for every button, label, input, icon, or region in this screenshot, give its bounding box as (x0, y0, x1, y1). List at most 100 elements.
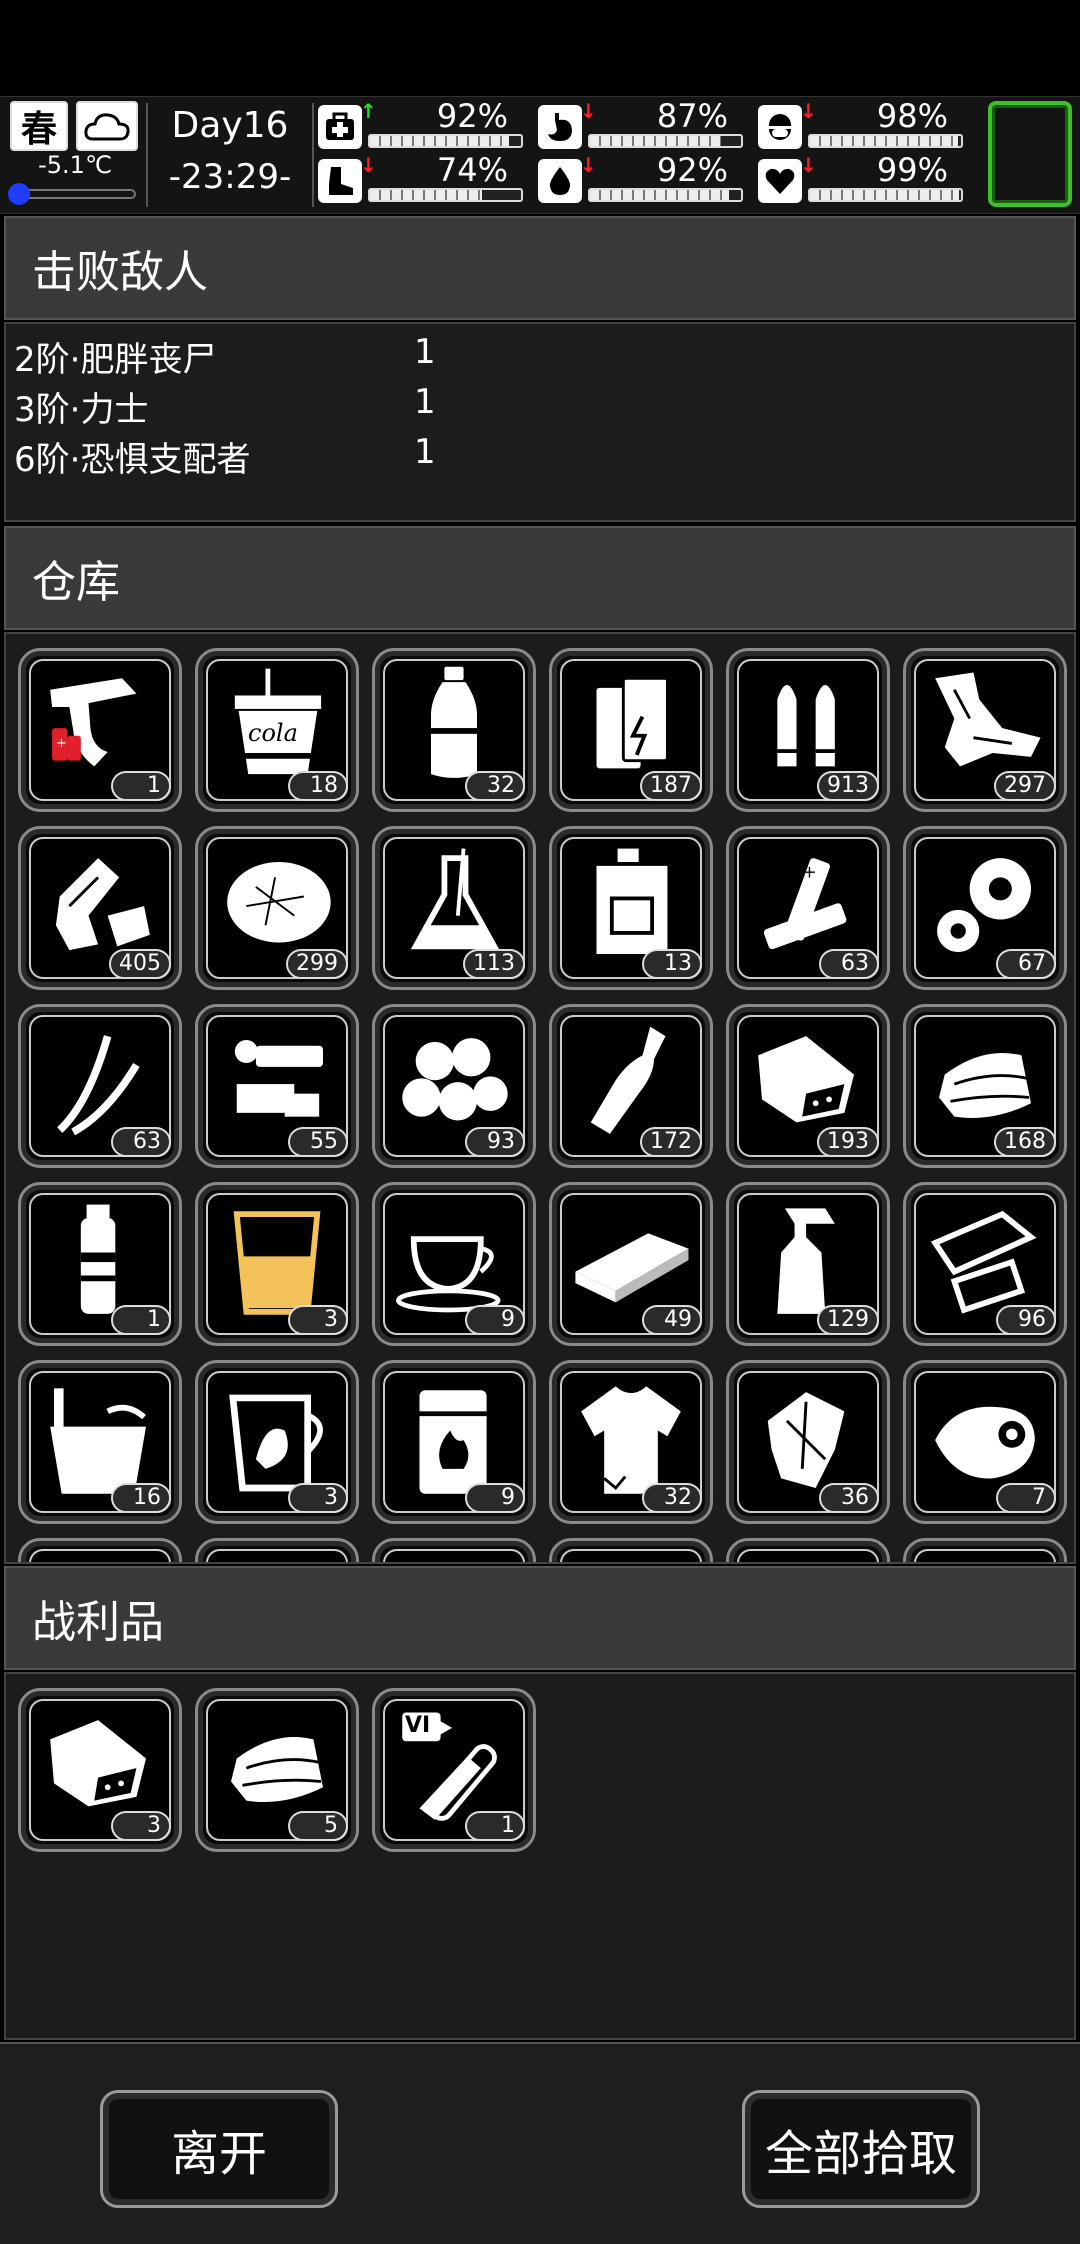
action-bar: 离开 全部拾取 (0, 2042, 1080, 2244)
inventory-slot[interactable]: 32 (549, 1360, 713, 1524)
item-quantity: 63 (819, 949, 879, 979)
inventory-slot[interactable]: +63 (726, 826, 890, 990)
slot-frame (737, 1549, 879, 1562)
stat-bar (588, 134, 743, 148)
defeated-header: 击败敌人 (4, 216, 1076, 320)
slot-frame (29, 1549, 171, 1562)
item-quantity: 36 (819, 1483, 879, 1513)
inventory-slot[interactable]: 187 (549, 648, 713, 812)
item-quantity: 18 (288, 771, 348, 801)
minimap-button[interactable] (988, 101, 1072, 207)
inventory-slot[interactable]: 129 (726, 1182, 890, 1346)
stat-value: 98% (876, 97, 948, 135)
item-quantity: 32 (642, 1483, 702, 1513)
season-badge: 春 (10, 101, 68, 151)
svg-text:+: + (802, 862, 816, 882)
inventory-slot[interactable]: 49 (549, 1182, 713, 1346)
status-hud: 春 -5.1℃ Day16 -23:29- ↑ 92% ↓ 87% ↓ 98% ↓ 74% ↓ 9… (0, 96, 1080, 214)
enemy-name: 3阶·力士 (14, 390, 149, 430)
stat-value: 99% (876, 151, 948, 189)
inventory-slot[interactable]: 32 (372, 648, 536, 812)
inventory-slot[interactable]: 7 (903, 1360, 1067, 1524)
day-counter: Day16 (171, 105, 289, 146)
temperature-indicator (8, 183, 30, 205)
stat-value: 74% (436, 151, 508, 189)
stat-bar (368, 134, 523, 148)
storage-header: 仓库 (4, 526, 1076, 630)
cloud-icon (76, 101, 138, 151)
inventory-slot[interactable]: 13 (549, 826, 713, 990)
inventory-slot[interactable]: 193 (726, 1004, 890, 1168)
inventory-slot-partial[interactable] (726, 1538, 890, 1562)
stat-thirst: ↓ 92% (538, 151, 753, 207)
take-all-button[interactable]: 全部拾取 (742, 2090, 980, 2208)
inventory-slot[interactable]: 55 (195, 1004, 359, 1168)
item-quantity: 13 (642, 949, 702, 979)
inventory-slot[interactable]: 93 (372, 1004, 536, 1168)
inventory-slot[interactable]: 299 (195, 826, 359, 990)
inventory-slot-partial[interactable] (549, 1538, 713, 1562)
stat-bar (808, 134, 963, 148)
stomach-icon (538, 105, 582, 149)
water-drop-icon (538, 159, 582, 203)
item-quantity: 67 (996, 949, 1056, 979)
stat-medicine: ↓ 98% (758, 97, 973, 153)
item-quantity: 187 (640, 771, 702, 801)
stat-health: ↑ 92% (318, 97, 533, 153)
inventory-slot-partial[interactable] (195, 1538, 359, 1562)
loot-header: 战利品 (4, 1566, 1076, 1670)
inventory-slot[interactable]: +1 (18, 648, 182, 812)
enemy-count: 1 (414, 382, 436, 422)
inventory-slot-partial[interactable] (372, 1538, 536, 1562)
inventory-slot[interactable]: 67 (903, 826, 1067, 990)
inventory-slot[interactable]: 3 (195, 1182, 359, 1346)
inventory-slot[interactable]: cola 18 (195, 648, 359, 812)
inventory-slot[interactable]: 3 (18, 1688, 182, 1852)
stat-bar (808, 188, 963, 202)
stat-value: 92% (436, 97, 508, 135)
leave-button[interactable]: 离开 (100, 2090, 338, 2208)
inventory-slot[interactable]: 9 (372, 1360, 536, 1524)
inventory-slot[interactable]: 172 (549, 1004, 713, 1168)
stat-bar-fill (590, 190, 729, 200)
item-quantity: 9 (465, 1483, 525, 1513)
loot-grid: 3 5 VI 1 (4, 1672, 1076, 2040)
svg-text:+: + (56, 736, 67, 751)
inventory-slot[interactable]: 168 (903, 1004, 1067, 1168)
stat-mood: ↓ 99% (758, 151, 973, 207)
inventory-slot-partial[interactable] (903, 1538, 1067, 1562)
inventory-slot[interactable]: 1 (18, 1182, 182, 1346)
hud-divider (146, 103, 148, 207)
inventory-slot[interactable]: 405 (18, 826, 182, 990)
game-time: -23:29- (168, 157, 292, 197)
inventory-slot[interactable]: 96 (903, 1182, 1067, 1346)
inventory-slot-partial[interactable] (18, 1538, 182, 1562)
storage-title: 仓库 (32, 557, 120, 608)
stat-bar (588, 188, 743, 202)
slot-frame (914, 1549, 1056, 1562)
inventory-slot[interactable]: 113 (372, 826, 536, 990)
stat-value: 87% (656, 97, 728, 135)
enemy-name: 2阶·肥胖丧尸 (14, 340, 217, 380)
item-quantity: 5 (288, 1811, 348, 1841)
inventory-slot[interactable]: 16 (18, 1360, 182, 1524)
item-quantity: 16 (111, 1483, 171, 1513)
slot-frame (383, 1549, 525, 1562)
temperature-bar (12, 189, 136, 199)
storage-grid[interactable]: +1 cola 18 32 187 913 297 405 299 113 13 +63 67 63 55 9… (4, 632, 1076, 1564)
inventory-slot[interactable]: 63 (18, 1004, 182, 1168)
inventory-slot[interactable]: VI 1 (372, 1688, 536, 1852)
defeated-title: 击败敌人 (32, 247, 208, 298)
heart-icon (758, 159, 802, 203)
stat-bar-fill (370, 136, 509, 146)
inventory-slot[interactable]: 913 (726, 648, 890, 812)
stat-stamina: ↓ 74% (318, 151, 533, 207)
item-quantity: 49 (642, 1305, 702, 1335)
inventory-slot[interactable]: 3 (195, 1360, 359, 1524)
item-quantity: 96 (996, 1305, 1056, 1335)
inventory-slot[interactable]: 5 (195, 1688, 359, 1852)
inventory-slot[interactable]: 297 (903, 648, 1067, 812)
stat-bar-fill (590, 136, 722, 146)
inventory-slot[interactable]: 9 (372, 1182, 536, 1346)
inventory-slot[interactable]: 36 (726, 1360, 890, 1524)
